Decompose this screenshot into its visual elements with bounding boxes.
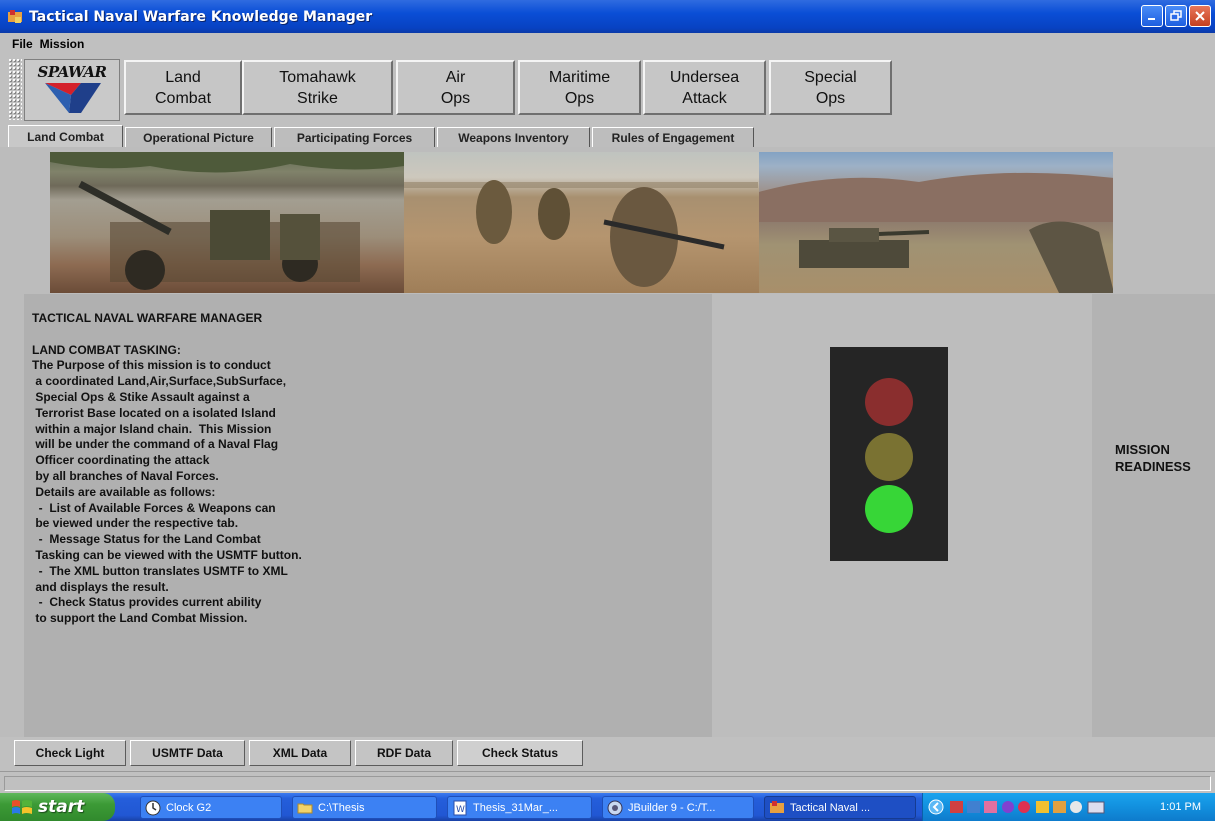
taskbar-item-tactical-naval-label: Tactical Naval ... — [790, 801, 871, 814]
tomahawk-strike-button-line1: Tomahawk — [279, 68, 356, 86]
tomahawk-strike-button[interactable]: Tomahawk Strike — [242, 60, 393, 115]
taskbar-item-clock-label: Clock G2 — [166, 801, 212, 814]
menu-bar: File Mission — [0, 33, 1215, 55]
menu-mission[interactable]: Mission — [40, 37, 92, 51]
tab-participating-forces[interactable]: Participating Forces — [274, 127, 435, 147]
clock-icon — [145, 800, 161, 815]
folder-icon — [297, 803, 313, 813]
taskbar-clock: 1:01 PM — [1160, 801, 1201, 813]
land-combat-button-line2: Combat — [154, 89, 212, 107]
close-icon — [1195, 11, 1205, 21]
undersea-attack-button-line2: Attack — [682, 89, 727, 107]
artillery-photo-detail — [50, 152, 404, 290]
maritime-ops-button[interactable]: Maritime Ops — [518, 60, 641, 115]
air-ops-button-line1: Air — [445, 68, 466, 86]
special-ops-button[interactable]: Special Ops — [769, 60, 892, 115]
air-ops-button-line2: Ops — [440, 89, 471, 107]
undersea-attack-button[interactable]: Undersea Attack — [643, 60, 766, 115]
land-combat-button-line1: Land — [165, 68, 201, 86]
tab-rules-of-engagement[interactable]: Rules of Engagement — [592, 127, 754, 147]
status-field — [4, 776, 1211, 791]
readiness-line2: READINESS — [1115, 459, 1191, 474]
land-combat-button[interactable]: Land Combat — [124, 60, 242, 115]
tasking-description: TACTICAL NAVAL WARFARE MANAGER LAND COMB… — [32, 311, 302, 626]
minimize-icon — [1148, 18, 1155, 20]
tray-expand-icon[interactable] — [928, 799, 944, 815]
soldiers-photo — [404, 152, 759, 293]
tanks-photo — [758, 152, 1113, 293]
jbuilder-icon — [607, 800, 623, 815]
taskbar-item-clock[interactable]: Clock G2 — [140, 796, 282, 819]
restore-button[interactable] — [1165, 5, 1187, 27]
artillery-crew-photo — [50, 152, 405, 293]
system-tray: 1:01 PM — [922, 793, 1215, 821]
maritime-ops-button-line1: Maritime — [548, 68, 611, 86]
green-light-icon — [865, 485, 913, 533]
mission-readiness-label: MISSION READINESS — [1115, 441, 1191, 475]
soldiers-photo-detail — [404, 180, 759, 287]
status-bar — [0, 771, 1215, 793]
taskbar-item-jbuilder[interactable]: JBuilder 9 - C:/T... — [602, 796, 754, 819]
start-button[interactable]: start — [0, 793, 115, 821]
logo-text: SPAWAR — [37, 63, 107, 81]
windows-logo-icon — [12, 800, 32, 814]
restore-icon — [1170, 10, 1182, 21]
toolbar: SPAWAR Land Combat Tomahawk Strike Air O… — [0, 55, 1215, 125]
special-ops-button-line1: Special — [804, 68, 857, 86]
readiness-line1: MISSION — [1115, 442, 1170, 457]
tab-land-combat[interactable]: Land Combat — [8, 125, 123, 147]
close-button[interactable] — [1189, 5, 1211, 27]
check-light-button[interactable]: Check Light — [14, 740, 126, 766]
taskbar: start Clock G2 C:\Thesis W Thesis_31Mar_… — [0, 793, 1215, 821]
taskbar-item-jbuilder-label: JBuilder 9 - C:/T... — [628, 801, 716, 814]
readiness-panel — [1092, 294, 1215, 737]
tab-operational-picture[interactable]: Operational Picture — [125, 127, 272, 147]
app-icon — [8, 9, 22, 23]
red-light-icon — [865, 378, 913, 426]
undersea-attack-button-line1: Undersea — [669, 68, 740, 86]
tray-icons[interactable] — [948, 798, 1118, 816]
tomahawk-strike-button-line2: Strike — [297, 89, 338, 107]
yellow-light-icon — [865, 433, 913, 481]
menu-file[interactable]: File — [0, 37, 40, 51]
xml-data-button[interactable]: XML Data — [249, 740, 351, 766]
spawar-emblem-icon — [45, 83, 101, 113]
usmtf-data-button[interactable]: USMTF Data — [130, 740, 245, 766]
window-title: Tactical Naval Warfare Knowledge Manager — [29, 8, 373, 25]
check-status-button[interactable]: Check Status — [457, 740, 583, 766]
word-document-icon: W — [453, 800, 467, 815]
minimize-button[interactable] — [1141, 5, 1163, 27]
taskbar-item-thesis-folder-label: C:\Thesis — [318, 801, 365, 814]
air-ops-button[interactable]: Air Ops — [396, 60, 515, 115]
taskbar-item-tactical-naval[interactable]: Tactical Naval ... — [764, 796, 916, 819]
svg-text:W: W — [456, 805, 465, 815]
action-bar: Check Light USMTF Data XML Data RDF Data… — [0, 737, 1215, 771]
traffic-light — [830, 347, 948, 561]
tab-weapons-inventory[interactable]: Weapons Inventory — [437, 127, 590, 147]
title-bar: Tactical Naval Warfare Knowledge Manager — [0, 0, 1215, 33]
java-app-icon — [770, 800, 784, 813]
special-ops-button-line2: Ops — [815, 89, 846, 107]
maritime-ops-button-line2: Ops — [564, 89, 595, 107]
banner-images — [50, 152, 1113, 293]
taskbar-item-word-doc-label: Thesis_31Mar_... — [473, 801, 558, 814]
taskbar-item-word-doc[interactable]: W Thesis_31Mar_... — [447, 796, 592, 819]
tanks-photo-detail — [758, 172, 1113, 293]
tab-strip: Land Combat Operational Picture Particip… — [0, 125, 1215, 147]
spawar-logo: SPAWAR — [24, 59, 120, 121]
start-label: start — [38, 797, 85, 817]
taskbar-item-thesis-folder[interactable]: C:\Thesis — [292, 796, 437, 819]
toolbar-grip[interactable] — [8, 58, 22, 120]
rdf-data-button[interactable]: RDF Data — [355, 740, 453, 766]
